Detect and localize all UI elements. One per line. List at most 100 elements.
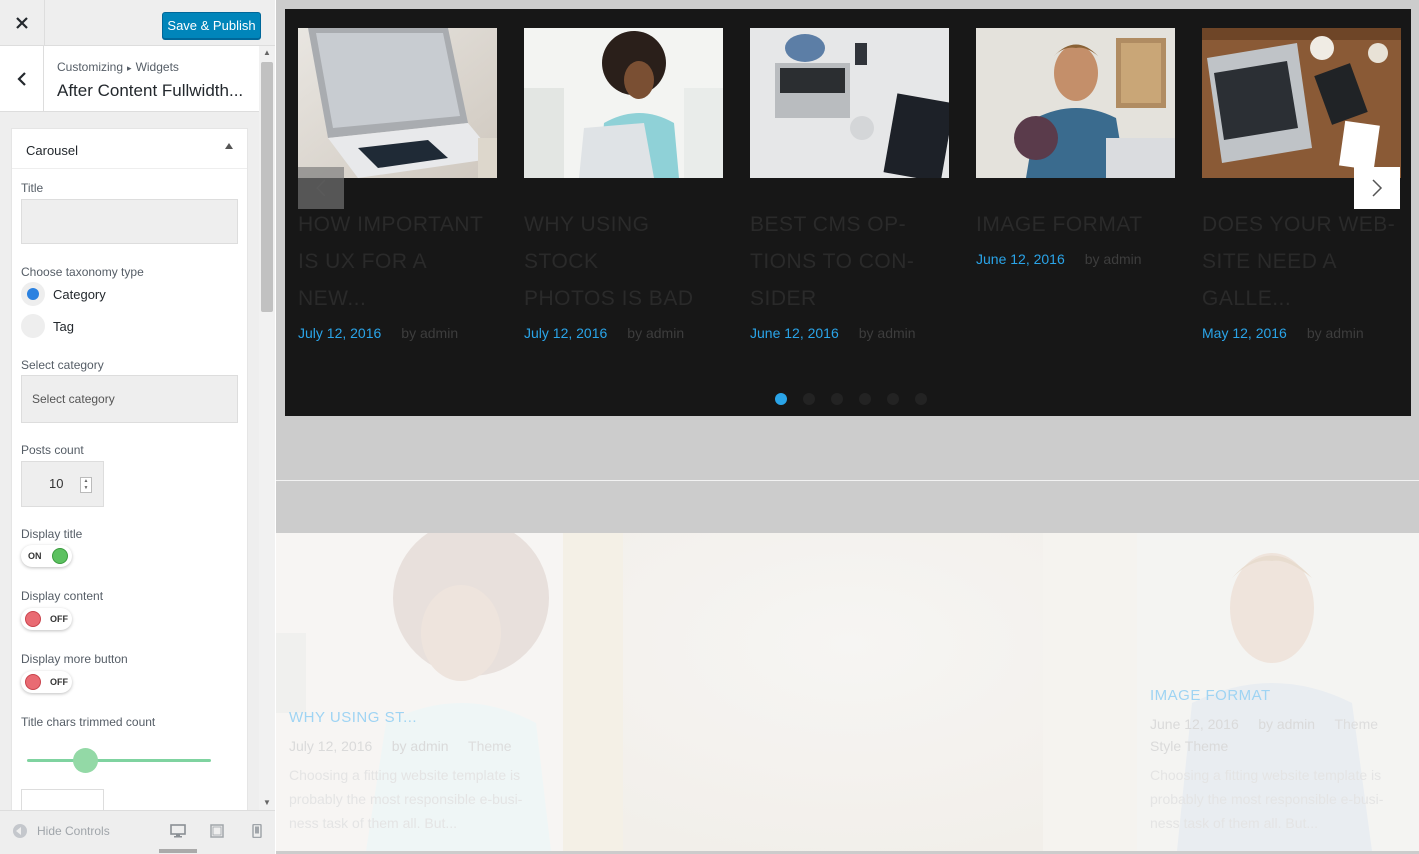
slide-author[interactable]: by admin (401, 325, 458, 341)
mobile-preview-icon[interactable] (249, 824, 265, 838)
slide-title-line: HOW IMPORTANT (298, 213, 484, 236)
slide-date[interactable]: May 12, 2016 (1202, 325, 1287, 341)
slide-date[interactable]: June 12, 2016 (750, 325, 839, 341)
grid-post-tag[interactable]: Theme (1334, 716, 1378, 732)
grid-post-card[interactable]: WHY USING ST... July 12, 2016 by admin T… (276, 533, 563, 851)
grid-post-title[interactable]: WHY USING ST... (289, 709, 417, 726)
slide-title-line: TIONS TO CON- (750, 250, 915, 273)
grid-post-date[interactable]: June 12, 2016 (1150, 716, 1239, 732)
carousel-slide[interactable]: IMAGE FORMAT June 12, 2016 by admin (976, 28, 1175, 267)
trim-count-slider-handle[interactable] (73, 748, 99, 773)
posts-count-input[interactable]: 10 ▲ ▼ (21, 461, 104, 507)
toggle-state-text: OFF (50, 677, 68, 687)
panel-header: Customizing ▸ Widgets After Content Fullwi… (0, 46, 259, 112)
tablet-preview-icon[interactable] (209, 824, 225, 838)
grid-post-meta: June 12, 2016 by admin Theme (1150, 716, 1378, 732)
taxonomy-option-category-label: Category (53, 287, 106, 302)
hide-controls-label: Hide Controls (37, 824, 110, 838)
scrollbar-thumb[interactable] (261, 62, 273, 312)
wood-desk-photo[interactable] (1202, 28, 1401, 178)
slide-title-line: WHY USING STOCK (524, 213, 650, 273)
slide-title-line: DOES YOUR WEB- (1202, 213, 1396, 236)
scroll-down-arrow-icon[interactable]: ▼ (259, 796, 275, 810)
desk-overhead-photo[interactable] (750, 28, 949, 178)
slide-title-line: IS UX FOR A NEW... (298, 250, 427, 310)
grid-post-card[interactable]: IMAGE FORMAT June 12, 2016 by admin Them… (1137, 533, 1419, 851)
slide-author[interactable]: by admin (627, 325, 684, 341)
scroll-up-arrow-icon[interactable]: ▲ (259, 46, 275, 60)
grid-post-author[interactable]: by admin (392, 738, 449, 754)
slide-meta: July 12, 2016 by admin (524, 325, 723, 341)
grid-post-tags[interactable]: Style Theme (1150, 738, 1228, 754)
taxonomy-radio-category[interactable] (21, 282, 45, 306)
toggle-knob (25, 611, 41, 627)
customizer-sidebar: Save & Publish Customizing ▸ Widgets After… (0, 0, 275, 854)
carousel-dot[interactable] (887, 393, 899, 405)
carousel-slide[interactable]: BEST CMS OP- TIONS TO CON- SIDER June 12… (750, 28, 949, 341)
back-button[interactable] (0, 46, 44, 112)
carousel-slide[interactable]: WHY USING STOCK PHOTOS IS BAD July 12, 2… (524, 28, 723, 341)
slide-date[interactable]: July 12, 2016 (298, 325, 381, 341)
slide-date[interactable]: July 12, 2016 (524, 325, 607, 341)
laptop-photo[interactable] (298, 28, 497, 178)
slide-title[interactable]: IMAGE FORMAT (976, 206, 1175, 243)
carousel-prev-button[interactable] (298, 167, 344, 209)
widget-name: Carousel (26, 143, 79, 158)
slide-date[interactable]: June 12, 2016 (976, 251, 1065, 267)
grid-post-author[interactable]: by admin (1258, 716, 1315, 732)
woman-laptop-photo[interactable] (524, 28, 723, 178)
widget-header[interactable]: Carousel (12, 129, 247, 169)
slide-title-line: SITE NEED A (1202, 250, 1338, 273)
slide-title-line: PHOTOS IS BAD (524, 287, 694, 310)
slide-title[interactable]: BEST CMS OP- TIONS TO CON- SIDER (750, 206, 949, 317)
save-publish-button[interactable]: Save & Publish (162, 12, 261, 39)
man-phone-photo[interactable] (976, 28, 1175, 178)
grid-post-date[interactable]: July 12, 2016 (289, 738, 372, 754)
title-input[interactable] (21, 199, 238, 244)
display-title-label: Display title (21, 527, 83, 541)
display-title-toggle[interactable]: ON (21, 545, 72, 567)
category-select[interactable]: Select category (21, 375, 238, 423)
grid-post-card[interactable] (563, 533, 1137, 851)
breadcrumb-section: Widgets (135, 60, 179, 74)
panel-title: After Content Fullwidth... (57, 81, 244, 100)
breadcrumb-separator: ▸ (127, 63, 132, 73)
display-content-toggle[interactable]: OFF (21, 608, 72, 630)
slide-title[interactable]: DOES YOUR WEB- SITE NEED A GALLE... (1202, 206, 1401, 317)
carousel-dot[interactable] (915, 393, 927, 405)
grid-post-title[interactable]: IMAGE FORMAT (1150, 687, 1271, 704)
carousel-next-button[interactable] (1354, 167, 1400, 209)
carousel-dot[interactable] (831, 393, 843, 405)
carousel-dot[interactable] (803, 393, 815, 405)
customizer-footer: Hide Controls (0, 810, 275, 854)
slide-title[interactable]: HOW IMPORTANT IS UX FOR A NEW... (298, 206, 497, 317)
slide-title-line: BEST CMS OP- (750, 213, 907, 236)
posts-count-value: 10 (49, 476, 64, 491)
close-customizer-button[interactable] (0, 0, 45, 46)
slide-title-line: SIDER (750, 287, 817, 310)
taxonomy-radio-tag[interactable] (21, 314, 45, 338)
collapse-arrow-icon[interactable] (225, 143, 233, 149)
grid-post-tag[interactable]: Theme (468, 738, 512, 754)
display-more-toggle[interactable]: OFF (21, 671, 72, 693)
carousel-dot[interactable] (859, 393, 871, 405)
breadcrumb-root: Customizing (57, 60, 124, 74)
desktop-preview-icon[interactable] (170, 824, 186, 838)
slide-author[interactable]: by admin (1307, 325, 1364, 341)
sidebar-scrollbar[interactable]: ▲ ▼ (259, 46, 275, 810)
number-spinner-icon[interactable]: ▲ ▼ (80, 477, 92, 493)
slide-title-line: IMAGE FORMAT (976, 213, 1143, 236)
slide-author[interactable]: by admin (1085, 251, 1142, 267)
slide-meta: July 12, 2016 by admin (298, 325, 497, 341)
toggle-state-text: OFF (50, 614, 68, 624)
customizer-header: Save & Publish (0, 0, 275, 46)
trim-count-slider-track[interactable] (27, 759, 211, 762)
hide-controls-button[interactable]: Hide Controls (13, 824, 110, 838)
slide-title[interactable]: WHY USING STOCK PHOTOS IS BAD (524, 206, 723, 317)
carousel-dot[interactable] (775, 393, 787, 405)
posts-grid-widget: WHY USING ST... July 12, 2016 by admin T… (276, 533, 1419, 851)
slide-author[interactable]: by admin (859, 325, 916, 341)
posts-count-label: Posts count (21, 443, 84, 457)
chevron-left-icon (315, 179, 326, 197)
excerpt-line: probably the most responsible e-busi- (289, 791, 523, 807)
